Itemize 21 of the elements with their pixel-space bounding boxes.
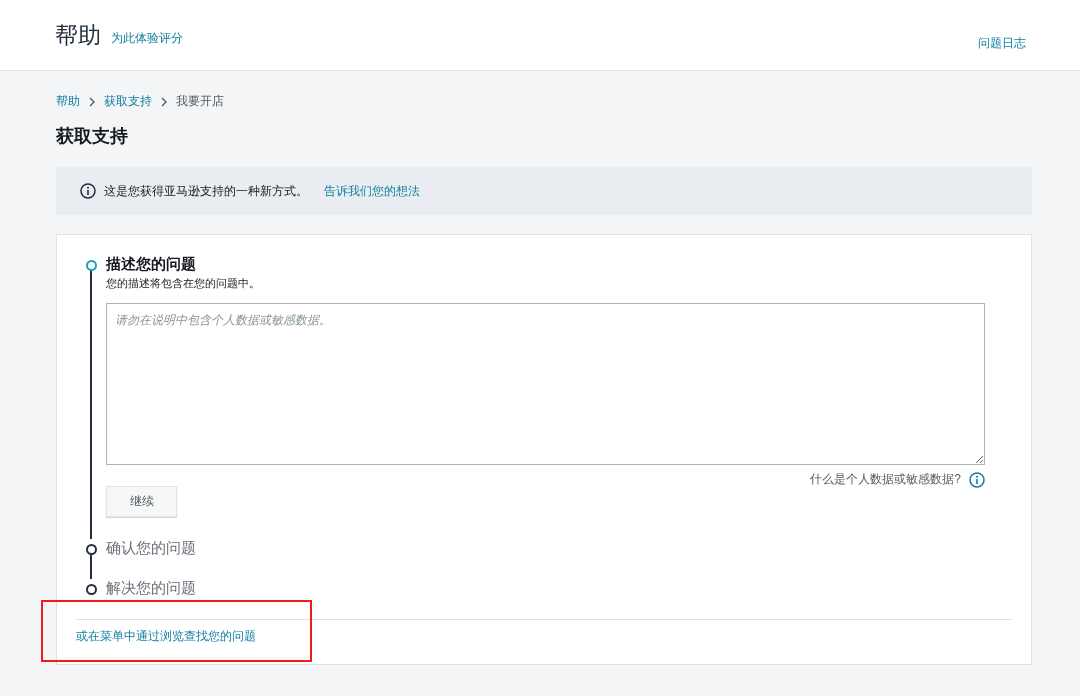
description-field[interactable]: 请勿在说明中包含个人数据或敏感数据。 — [106, 303, 985, 465]
step-title: 解决您的问题 — [106, 579, 197, 597]
continue-button[interactable]: 继续 — [106, 486, 177, 517]
rate-experience-link[interactable]: 为此体验评分 — [111, 29, 183, 47]
case-log-link[interactable]: 问题日志 — [978, 34, 1026, 52]
breadcrumb-current: 我要开店 — [176, 93, 224, 110]
banner-text: 这是您获得亚马逊支持的一种新方式。 — [104, 182, 308, 200]
sensitive-data-help-link[interactable]: 什么是个人数据或敏感数据? — [810, 471, 961, 488]
step-title: 描述您的问题 — [106, 255, 197, 273]
chevron-right-icon — [160, 96, 168, 107]
breadcrumb-link[interactable]: 获取支持 — [104, 93, 152, 110]
chevron-right-icon — [88, 96, 96, 107]
step-title: 确认您的问题 — [106, 539, 197, 557]
info-icon — [969, 471, 985, 488]
page-title: 获取支持 — [56, 125, 129, 148]
page-header-title: 帮助 — [55, 20, 101, 50]
breadcrumb-link[interactable]: 帮助 — [56, 93, 80, 110]
step-description: 您的描述将包含在您的问题中。 — [106, 276, 261, 291]
browse-menu-link[interactable]: 或在菜单中通过浏览查找您的问题 — [76, 628, 256, 645]
info-icon — [80, 183, 96, 199]
feedback-link[interactable]: 告诉我们您的想法 — [324, 182, 420, 200]
